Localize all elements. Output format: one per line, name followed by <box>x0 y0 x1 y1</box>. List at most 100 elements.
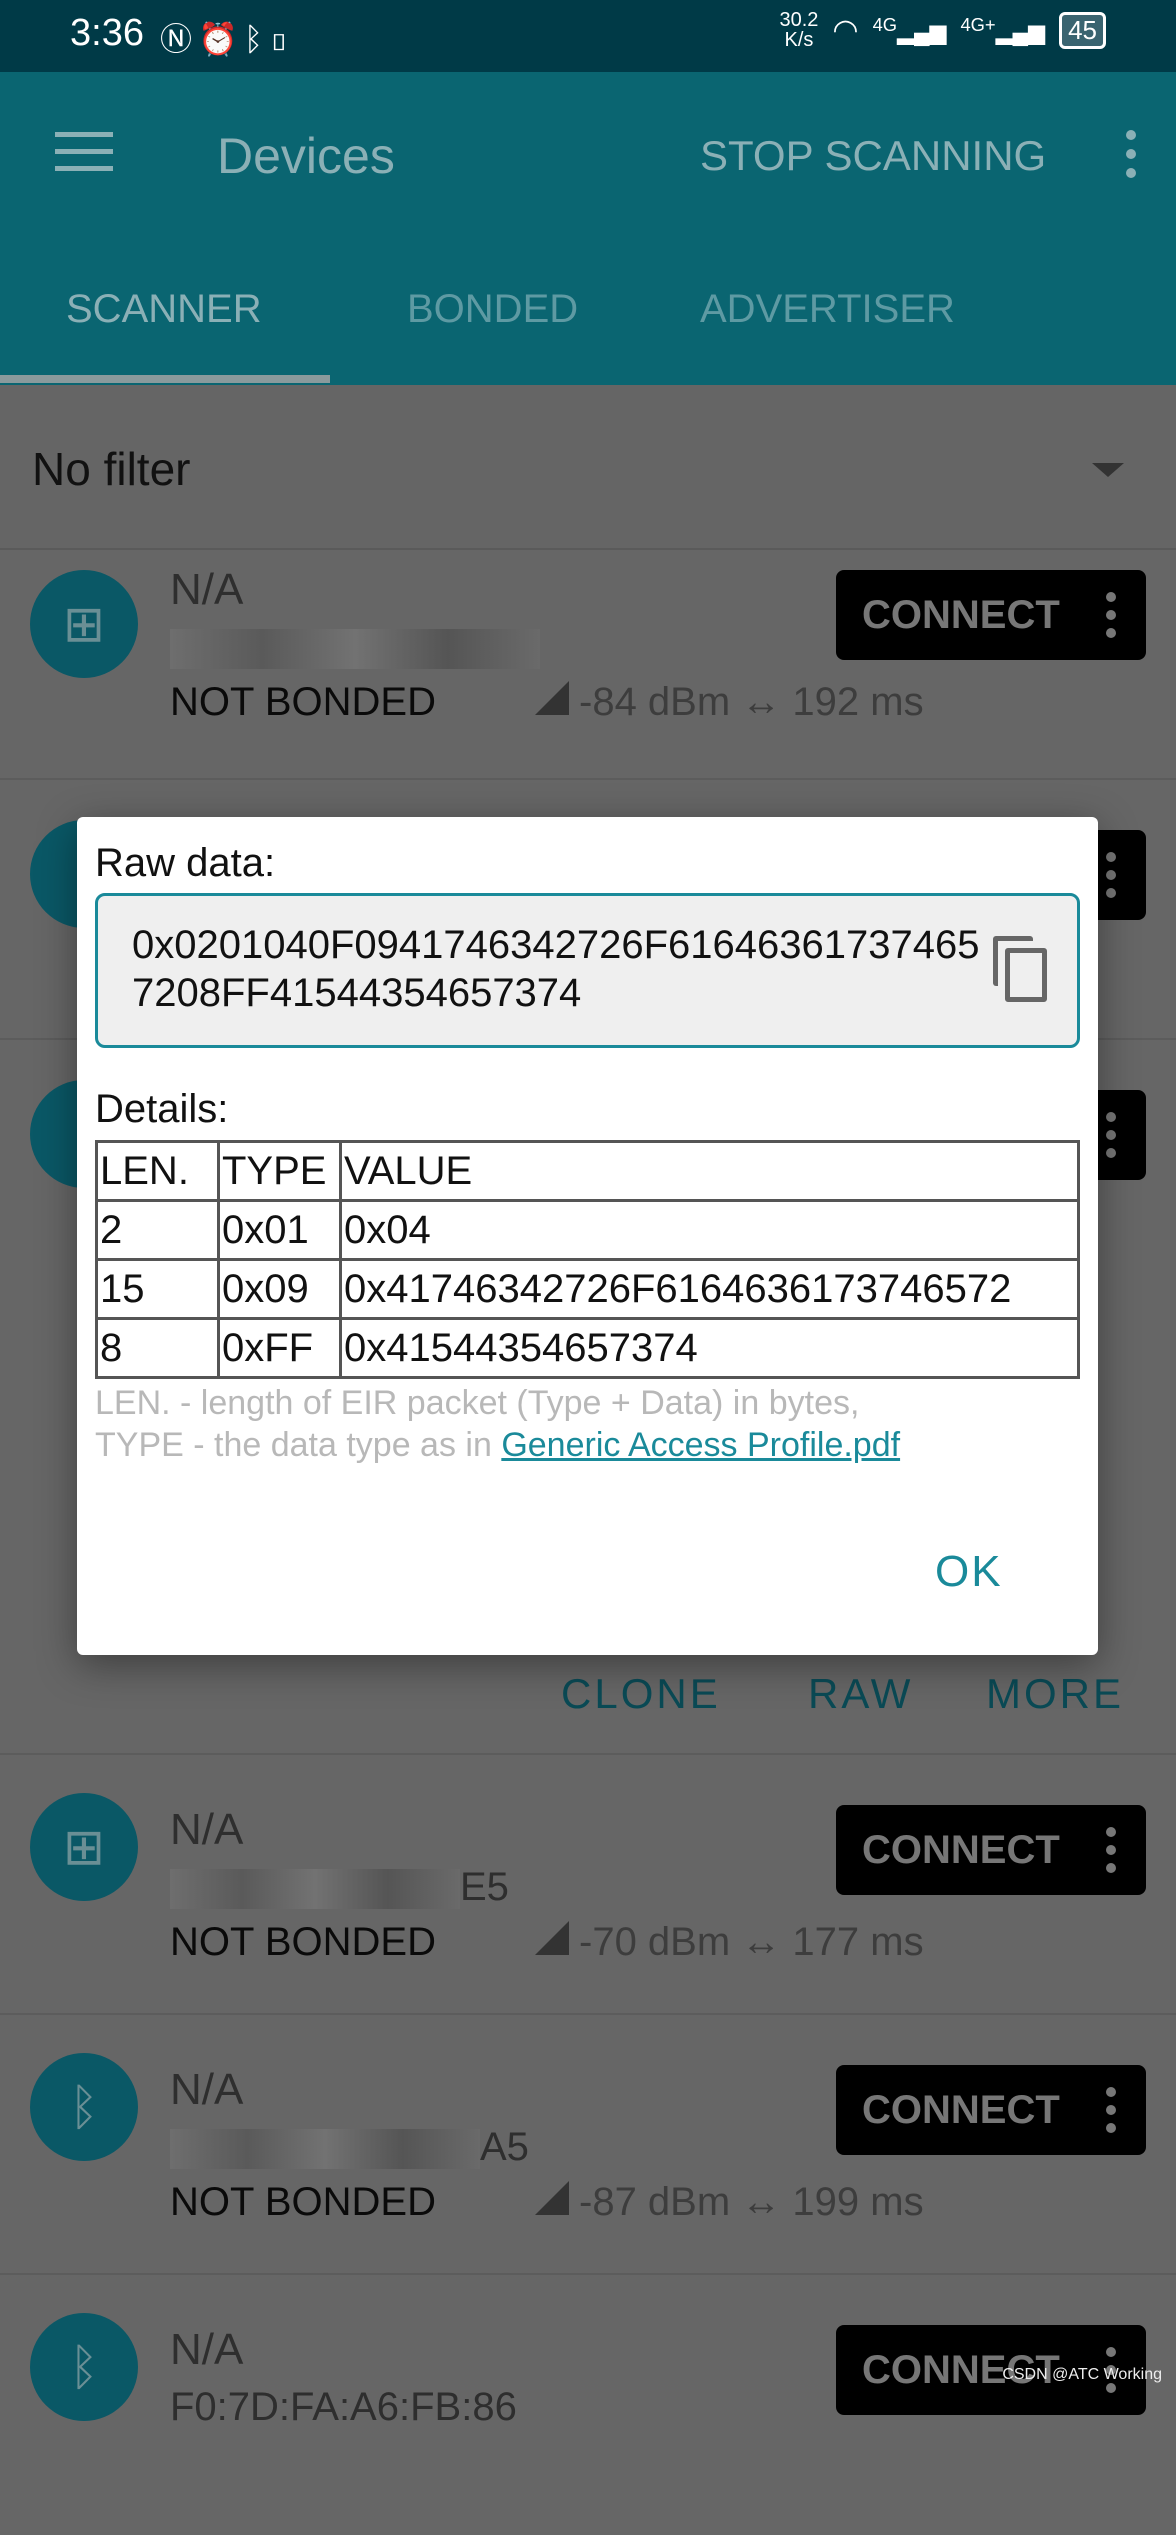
header-len: LEN. <box>95 1140 220 1202</box>
redacted-address <box>170 1869 460 1910</box>
nfc-icon: Ⓝ <box>160 21 199 57</box>
device-row[interactable]: ᛒ N/A F0:7D:FA:A6:FB:86 CONNECT <box>0 2275 1176 2535</box>
battery-icon: 45 <box>1059 11 1106 49</box>
cell-len: 8 <box>95 1317 220 1379</box>
interval-value: 199 ms <box>792 2180 924 2224</box>
cell-type: 0xFF <box>217 1317 342 1379</box>
windows-icon: ⊞ <box>30 1793 138 1901</box>
device-name: N/A <box>170 2325 244 2374</box>
more-icon[interactable] <box>1106 592 1116 646</box>
connect-label: CONNECT <box>862 593 1060 637</box>
ok-button[interactable]: OK <box>935 1547 1003 1597</box>
cell-value: 0x04 <box>339 1199 1080 1261</box>
filter-dropdown[interactable]: No filter <box>0 385 1176 550</box>
connect-label: CONNECT <box>862 1828 1060 1872</box>
device-row[interactable]: ⊞ N/A NOT BONDED -84 dBm ↔ 192 ms CONNEC… <box>0 550 1176 780</box>
more-button[interactable]: MORE <box>986 1670 1124 1718</box>
clock: 3:36 <box>70 12 144 54</box>
signal-icon <box>535 681 569 715</box>
connect-label: CONNECT <box>862 2088 1060 2132</box>
bond-state: NOT BONDED <box>170 2180 436 2224</box>
more-icon[interactable] <box>1106 1112 1116 1166</box>
details-label: Details: <box>95 1087 229 1131</box>
network-2: 4G+▂▄▆ <box>960 14 1045 45</box>
rssi-value: -84 dBm <box>579 680 731 724</box>
network-1-label: 4G <box>872 14 898 36</box>
device-name: N/A <box>170 2065 244 2114</box>
tab-advertiser[interactable]: ADVERTISER <box>700 287 955 332</box>
tab-indicator <box>0 375 330 383</box>
table-row: 15 0x09 0x41746342726F6164636173746572 <box>95 1258 1080 1320</box>
cell-len: 15 <box>95 1258 220 1320</box>
cell-value: 0x41746342726F6164636173746572 <box>339 1258 1080 1320</box>
menu-icon[interactable] <box>55 132 113 172</box>
device-address: E5 <box>170 1865 509 1910</box>
copy-icon[interactable] <box>993 936 1049 1002</box>
page-title: Devices <box>217 128 395 184</box>
header-value: VALUE <box>339 1140 1080 1202</box>
interval-icon: ↔ <box>741 680 782 724</box>
status-bar: 3:36 Ⓝ⏰ᛒ▯ 30.2 K/s ◠ 4G▂▄▆ 4G+▂▄▆ 45 <box>0 0 1176 72</box>
tab-scanner[interactable]: SCANNER <box>66 287 262 332</box>
device-address: F0:7D:FA:A6:FB:86 <box>170 2385 517 2429</box>
signal-icon: ▂▄▆ <box>897 19 947 45</box>
raw-data-box: 0x0201040F0941746342726F6164636173746572… <box>95 893 1080 1048</box>
redacted-address <box>170 629 540 670</box>
note-line-2: TYPE - the data type as in Generic Acces… <box>95 1424 900 1466</box>
device-name: N/A <box>170 565 244 614</box>
device-row[interactable]: ⊞ N/A E5 NOT BONDED -70 dBm ↔ 177 ms CON… <box>0 1755 1176 2015</box>
device-address <box>170 625 540 670</box>
rssi: -84 dBm ↔ 192 ms <box>535 680 924 725</box>
more-icon[interactable] <box>1106 1827 1116 1881</box>
wifi-icon: ◠ <box>832 13 859 47</box>
table-row: 2 0x01 0x04 <box>95 1199 1080 1261</box>
bond-state: NOT BONDED <box>170 1920 436 1964</box>
rssi: -87 dBm ↔ 199 ms <box>535 2180 924 2225</box>
app-bar: Devices STOP SCANNING SCANNER BONDED ADV… <box>0 72 1176 385</box>
device-row[interactable]: ᛒ N/A A5 NOT BONDED -87 dBm ↔ 199 ms CON… <box>0 2015 1176 2275</box>
note-line-2-text: TYPE - the data type as in <box>95 1426 502 1464</box>
tab-bonded[interactable]: BONDED <box>407 287 578 332</box>
network-1: 4G▂▄▆ <box>873 14 947 45</box>
dropdown-arrow-icon <box>1092 463 1124 477</box>
address-suffix: A5 <box>480 2125 529 2169</box>
raw-data-dialog: Raw data: 0x0201040F0941746342726F616463… <box>77 817 1098 1655</box>
signal-icon <box>535 1921 569 1955</box>
table-header: LEN. TYPE VALUE <box>95 1140 1080 1202</box>
header-type: TYPE <box>217 1140 342 1202</box>
redacted-address <box>170 2129 480 2170</box>
alarm-icon: ⏰ <box>198 21 244 57</box>
interval-icon: ↔ <box>741 2180 782 2224</box>
more-icon[interactable] <box>1106 2087 1116 2141</box>
speed-unit: K/s <box>784 29 814 51</box>
cell-type: 0x01 <box>217 1199 342 1261</box>
cell-type: 0x09 <box>217 1258 342 1320</box>
cell-value: 0x41544354657374 <box>339 1317 1080 1379</box>
network-2-label: 4G+ <box>960 14 996 36</box>
table-row: 8 0xFF 0x41544354657374 <box>95 1317 1080 1379</box>
connect-button[interactable]: CONNECT <box>836 1805 1146 1895</box>
signal-icon: ▂▄▆ <box>995 19 1046 45</box>
raw-button[interactable]: RAW <box>808 1670 913 1718</box>
rssi: -70 dBm ↔ 177 ms <box>535 1920 924 1965</box>
device-name: N/A <box>170 1805 244 1854</box>
connect-button[interactable]: CONNECT <box>836 2065 1146 2155</box>
clone-button[interactable]: CLONE <box>561 1670 721 1718</box>
details-table: LEN. TYPE VALUE 2 0x01 0x04 15 0x09 0x41746342… <box>95 1140 1080 1379</box>
device-address: A5 <box>170 2125 529 2170</box>
connect-button[interactable]: CONNECT <box>836 570 1146 660</box>
rssi-value: -87 dBm <box>579 2180 731 2224</box>
watermark: CSDN @ATC Working <box>1002 2366 1162 2383</box>
raw-data-label: Raw data: <box>95 841 276 885</box>
network-speed: 30.2 K/s <box>779 10 818 50</box>
bluetooth-icon: ᛒ <box>243 21 270 57</box>
gap-pdf-link[interactable]: Generic Access Profile.pdf <box>501 1426 900 1464</box>
speed-value: 30.2 <box>779 9 819 31</box>
filter-value: No filter <box>32 443 191 495</box>
signal-icon <box>535 2181 569 2215</box>
more-icon[interactable] <box>1106 852 1116 906</box>
overflow-menu-icon[interactable] <box>1126 130 1136 187</box>
interval-value: 177 ms <box>792 1920 924 1964</box>
stop-scanning-button[interactable]: STOP SCANNING <box>700 132 1046 180</box>
bond-state: NOT BONDED <box>170 680 436 724</box>
